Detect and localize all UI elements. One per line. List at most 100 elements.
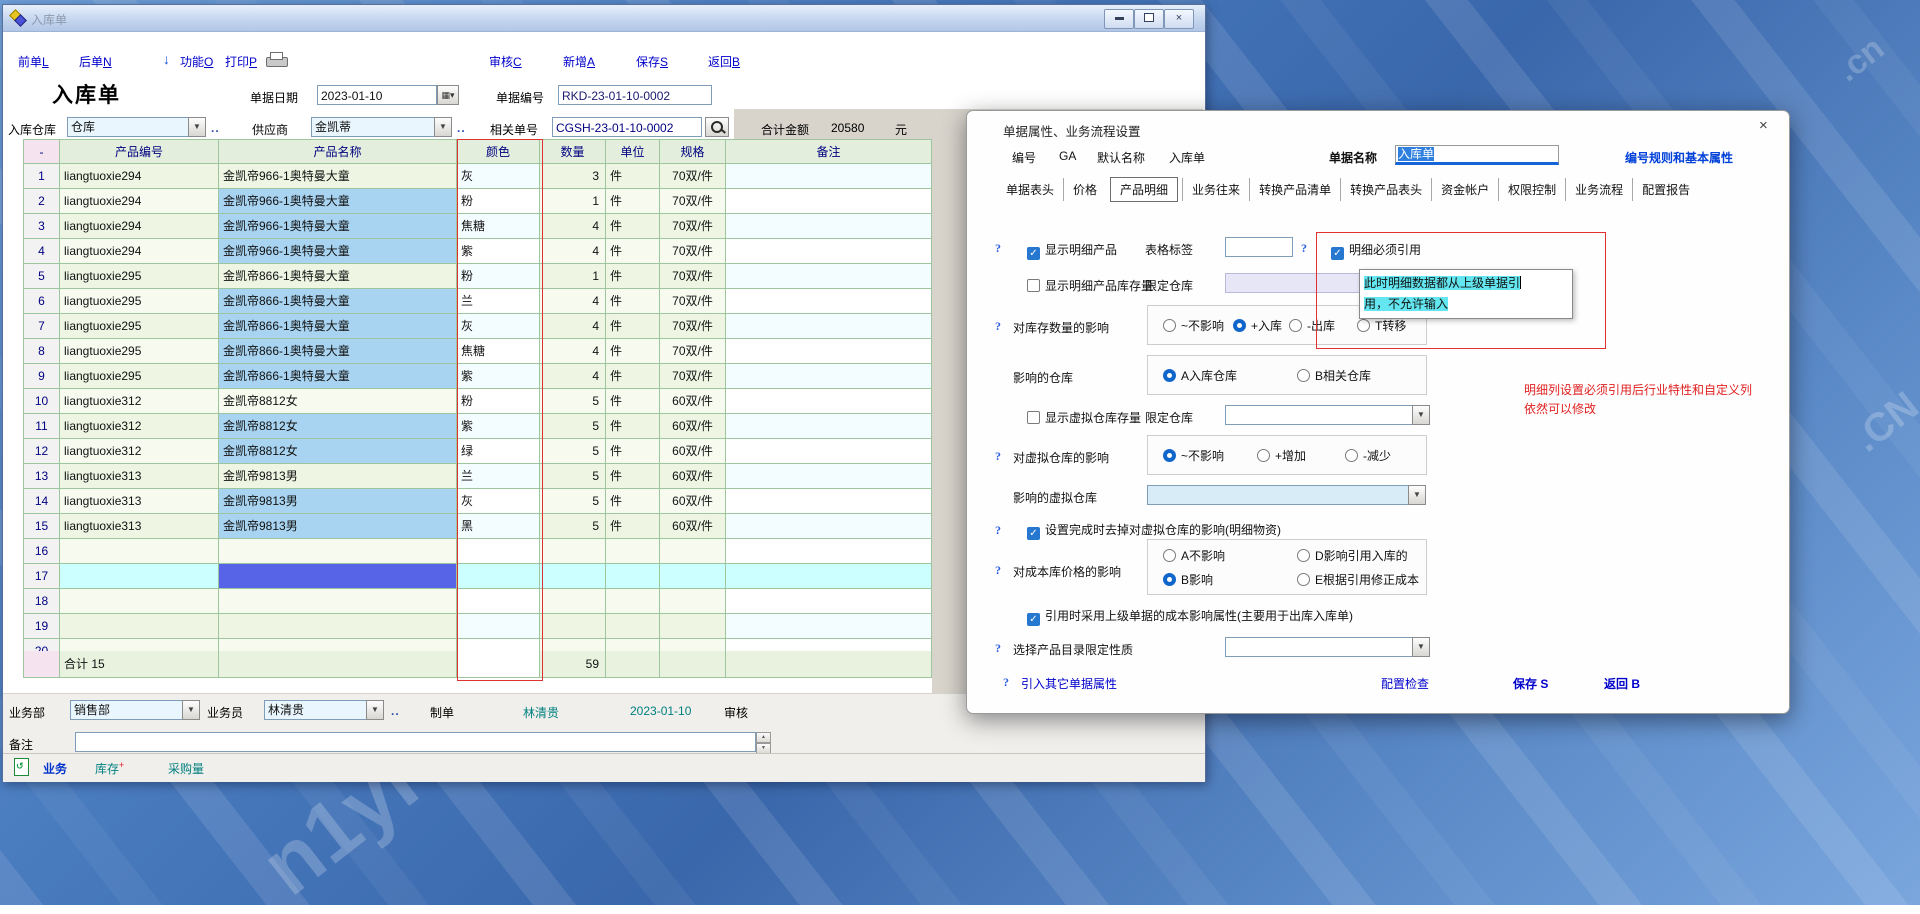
dialog-tab-产品明细[interactable]: 产品明细 [1110, 177, 1178, 202]
cell-product-code[interactable]: liangtuoxie312 [60, 439, 219, 464]
cell-qty[interactable] [540, 614, 606, 639]
cell-row-number[interactable]: 10 [23, 389, 60, 414]
table-row[interactable]: 7liangtuoxie295金凯帝866-1奥特曼大童灰4件70双/件 [23, 314, 933, 339]
note-input[interactable] [75, 732, 756, 752]
help-icon[interactable]: ? [995, 449, 1001, 464]
table-row[interactable]: 9liangtuoxie295金凯帝866-1奥特曼大童紫4件70双/件 [23, 364, 933, 389]
cell-product-code[interactable] [60, 639, 219, 651]
help-icon[interactable]: ? [1301, 241, 1307, 256]
cell-row-number[interactable]: 20 [23, 639, 60, 651]
warehouse-more-button[interactable]: .. [211, 121, 220, 135]
doc-no-input[interactable]: RKD-23-01-10-0002 [558, 85, 712, 105]
clerk-select[interactable]: 林清贵 [264, 700, 367, 720]
column-header[interactable]: - [23, 139, 60, 164]
cell-product-name[interactable] [219, 639, 457, 651]
cell-note[interactable] [726, 389, 932, 414]
cell-product-name[interactable]: 金凯帝966-1奥特曼大童 [219, 164, 457, 189]
numbering-rule-link[interactable]: 编号规则和基本属性 [1625, 149, 1733, 166]
cell-qty[interactable]: 4 [540, 314, 606, 339]
cell-qty[interactable]: 5 [540, 489, 606, 514]
cell-product-name[interactable]: 金凯帝9813男 [219, 489, 457, 514]
cell-color[interactable]: 兰 [457, 464, 540, 489]
cell-unit[interactable]: 件 [606, 364, 660, 389]
cell-color[interactable] [457, 564, 540, 589]
search-icon[interactable] [705, 117, 729, 137]
cell-qty[interactable]: 4 [540, 364, 606, 389]
radio-option[interactable]: D影响引用入库的 [1297, 547, 1408, 564]
cell-row-number[interactable]: 8 [23, 339, 60, 364]
table-row[interactable]: 12liangtuoxie312金凯帝8812女绿5件60双/件 [23, 439, 933, 464]
cell-product-code[interactable]: liangtuoxie295 [60, 364, 219, 389]
cell-qty[interactable]: 5 [540, 514, 606, 539]
bottom-tab-2[interactable]: 库存+ [95, 760, 124, 777]
cell-spec[interactable]: 70双/件 [660, 339, 726, 364]
radio-option[interactable]: -出库 [1289, 317, 1335, 334]
cell-unit[interactable]: 件 [606, 314, 660, 339]
cell-unit[interactable]: 件 [606, 164, 660, 189]
cell-spec[interactable]: 60双/件 [660, 389, 726, 414]
radio-option[interactable]: ~不影响 [1163, 447, 1224, 464]
toolbar-button-N[interactable]: 后单N [79, 53, 112, 70]
help-icon[interactable]: ? [995, 563, 1001, 578]
dialog-tab-单据表头[interactable]: 单据表头 [997, 178, 1063, 201]
cell-note[interactable] [726, 439, 932, 464]
warehouse-dropdown-icon[interactable]: ▼ [188, 117, 206, 137]
toolbar-button-B[interactable]: 返回B [708, 53, 740, 70]
cell-unit[interactable]: 件 [606, 464, 660, 489]
cell-row-number[interactable]: 13 [23, 464, 60, 489]
cell-note[interactable] [726, 339, 932, 364]
cell-spec[interactable] [660, 639, 726, 651]
cell-note[interactable] [726, 189, 932, 214]
cell-unit[interactable]: 件 [606, 489, 660, 514]
cell-product-code[interactable]: liangtuoxie313 [60, 514, 219, 539]
table-row[interactable]: 2liangtuoxie294金凯帝966-1奥特曼大童粉1件70双/件 [23, 189, 933, 214]
help-icon[interactable]: ? [995, 641, 1001, 656]
cell-note[interactable] [726, 564, 932, 589]
cell-spec[interactable] [660, 614, 726, 639]
cell-row-number[interactable]: 12 [23, 439, 60, 464]
cell-row-number[interactable]: 2 [23, 189, 60, 214]
table-row[interactable]: 20 [23, 639, 933, 651]
cell-product-code[interactable] [60, 589, 219, 614]
doc-name-input[interactable]: 入库单 [1395, 145, 1559, 165]
cell-unit[interactable]: 件 [606, 514, 660, 539]
cell-spec[interactable] [660, 589, 726, 614]
cell-spec[interactable]: 70双/件 [660, 164, 726, 189]
cell-row-number[interactable]: 18 [23, 589, 60, 614]
dialog-tab-权限控制[interactable]: 权限控制 [1498, 178, 1565, 201]
cell-product-name[interactable]: 金凯帝966-1奥特曼大童 [219, 214, 457, 239]
cell-note[interactable] [726, 589, 932, 614]
cell-note[interactable] [726, 489, 932, 514]
cell-row-number[interactable]: 15 [23, 514, 60, 539]
bottom-tab-3[interactable]: 采购量 [168, 760, 204, 777]
cell-product-code[interactable]: liangtuoxie295 [60, 339, 219, 364]
cell-product-name[interactable]: 金凯帝866-1奥特曼大童 [219, 264, 457, 289]
virtual-limit-select[interactable] [1225, 405, 1413, 425]
cell-product-name[interactable]: 金凯帝966-1奥特曼大童 [219, 239, 457, 264]
dept-select[interactable]: 销售部 [70, 700, 183, 720]
toolbar-button-P[interactable]: 打印P [225, 53, 257, 70]
cell-note[interactable] [726, 614, 932, 639]
show-detail-checkbox[interactable]: ✓显示明细产品 [1027, 241, 1117, 260]
cell-spec[interactable]: 60双/件 [660, 464, 726, 489]
table-row[interactable]: 5liangtuoxie295金凯帝866-1奥特曼大童粉1件70双/件 [23, 264, 933, 289]
cell-product-name[interactable]: 金凯帝8812女 [219, 414, 457, 439]
cell-unit[interactable]: 件 [606, 389, 660, 414]
product-dir-dropdown-icon[interactable]: ▼ [1412, 637, 1430, 657]
column-header[interactable]: 产品编号 [60, 139, 219, 164]
cell-row-number[interactable]: 19 [23, 614, 60, 639]
cell-unit[interactable] [606, 564, 660, 589]
cell-qty[interactable]: 4 [540, 289, 606, 314]
cell-qty[interactable]: 4 [540, 339, 606, 364]
cell-unit[interactable] [606, 539, 660, 564]
help-icon[interactable]: ? [1003, 675, 1009, 690]
cell-row-number[interactable]: 4 [23, 239, 60, 264]
cell-spec[interactable]: 70双/件 [660, 289, 726, 314]
cell-unit[interactable] [606, 639, 660, 651]
cell-spec[interactable]: 70双/件 [660, 214, 726, 239]
cell-note[interactable] [726, 264, 932, 289]
cell-row-number[interactable]: 17 [23, 564, 60, 589]
cell-spec[interactable]: 70双/件 [660, 239, 726, 264]
table-row[interactable]: 10liangtuoxie312金凯帝8812女粉5件60双/件 [23, 389, 933, 414]
radio-option[interactable]: -减少 [1345, 447, 1391, 464]
